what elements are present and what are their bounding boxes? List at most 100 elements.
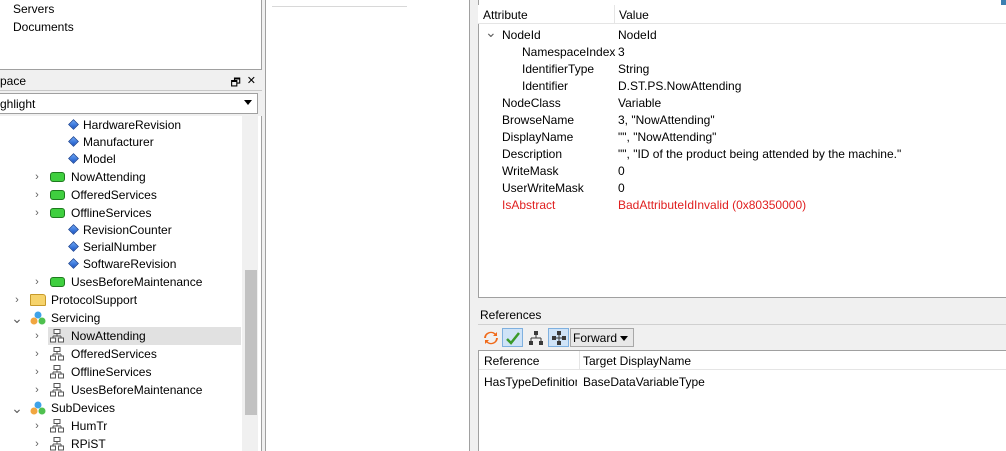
chevron-right-icon[interactable]: › [32,186,42,204]
references-title: References [480,308,542,322]
tree-item[interactable]: › OfflineServices [0,204,242,222]
property-icon [68,119,79,130]
workspace-filter-select[interactable]: ghlight [0,93,258,114]
attribute-value: "", "ID of the product being attended by… [618,147,902,161]
network-icon [551,330,566,345]
attribute-name: DisplayName [502,130,574,144]
column-header-reference[interactable]: Reference [484,354,539,368]
chevron-right-icon[interactable]: › [32,345,42,363]
attribute-row[interactable]: Identifier D.ST.PS.NowAttending [478,77,1006,94]
reference-icon [50,437,64,451]
server-tree-pane: Servers Documents [0,0,262,70]
column-header-target[interactable]: Target DisplayName [583,354,691,368]
chevron-right-icon[interactable]: › [32,363,42,381]
chevron-right-icon[interactable]: › [32,435,42,451]
attribute-row[interactable]: IsAbstract BadAttributeIdInvalid (0x80350… [478,196,1006,213]
chevron-right-icon[interactable]: › [32,168,42,186]
chevron-right-icon[interactable]: › [32,204,42,222]
reference-icon [50,347,64,361]
attribute-row[interactable]: UserWriteMask 0 [478,179,1006,196]
tree-item[interactable]: Manufacturer [0,133,242,151]
chevron-down-icon[interactable]: ⌄ [485,24,497,41]
chevron-right-icon[interactable]: › [32,417,42,435]
tree-item-label: SerialNumber [83,240,157,254]
tree-item-label: Servicing [51,311,101,325]
tree-scrollbar-thumb[interactable] [245,270,257,415]
folder-icon [30,294,46,306]
target-cell: BaseDataVariableType [583,375,705,389]
column-header-attribute[interactable]: Attribute [483,8,528,22]
tree-item[interactable]: › OfferedServices [0,345,242,363]
attribute-row[interactable]: IdentifierType String [478,60,1006,77]
chevron-right-icon[interactable]: › [32,273,42,291]
tree-item-label: HardwareRevision [83,118,182,132]
tree-item[interactable]: › HumTr [0,417,242,435]
attribute-row[interactable]: BrowseName 3, "NowAttending" [478,111,1006,128]
tree-item-label: NowAttending [71,329,146,343]
chevron-down-icon[interactable]: ⌄ [11,309,23,327]
chevron-right-icon[interactable]: › [32,381,42,399]
chevron-down-icon[interactable] [620,336,628,341]
middle-pane-divider [272,0,407,7]
tree-item[interactable]: › UsesBeforeMaintenance [0,381,242,399]
reference-icon [50,365,64,379]
attribute-name: NamespaceIndex [522,45,616,59]
chevron-right-icon[interactable]: › [32,327,42,345]
tree-item[interactable]: RevisionCounter [0,221,242,239]
tree-item-label: RevisionCounter [83,223,172,237]
tree-item-label: UsesBeforeMaintenance [71,275,203,289]
tree-item-label: Documents [13,20,74,34]
attribute-row[interactable]: ⌄ NodeId NodeId [478,24,1006,43]
property-icon [68,224,79,235]
attribute-row[interactable]: Description "", "ID of the product being … [478,145,1006,162]
check-button[interactable] [502,328,523,347]
property-icon [68,241,79,252]
tree-item[interactable]: ⌄ Servicing [0,309,242,327]
column-header-value[interactable]: Value [619,8,649,22]
table-row[interactable]: HasTypeDefinition BaseDataVariableType [479,373,1006,390]
attribute-name: NodeId [502,28,541,42]
chevron-right-icon[interactable]: › [12,291,22,309]
attribute-row[interactable]: WriteMask 0 [478,162,1006,179]
network-button[interactable] [548,328,569,347]
tree-item-documents[interactable]: Documents [0,18,74,36]
reference-direction-select[interactable]: Forward [570,328,634,347]
tree-item-label: NowAttending [71,170,146,184]
attribute-name: BrowseName [502,113,575,127]
column-separator[interactable] [614,5,615,24]
refresh-button[interactable] [480,328,501,347]
tree-item[interactable]: ⌄ SubDevices [0,399,242,417]
chevron-down-icon[interactable]: ⌄ [11,399,23,417]
tree-item[interactable]: › OfferedServices [0,186,242,204]
column-separator[interactable] [579,351,580,370]
object-icon [50,277,65,287]
hierarchy-button[interactable] [525,328,546,347]
tree-item[interactable]: › OfflineServices [0,363,242,381]
references-panel-title: References [478,305,1006,325]
attribute-value: D.ST.PS.NowAttending [618,79,742,93]
workspace-title: pace [0,74,27,88]
chevron-down-icon[interactable] [244,100,252,105]
attribute-row[interactable]: DisplayName "", "NowAttending" [478,128,1006,145]
tree-item[interactable]: Model [0,150,242,168]
tree-item-label: OfferedServices [71,347,157,361]
attribute-row[interactable]: NodeClass Variable [478,94,1006,111]
tree-item[interactable]: › NowAttending [35,327,241,345]
tree-item[interactable]: › ProtocolSupport [0,291,242,309]
checkmark-icon [505,331,520,345]
tree-item[interactable]: › RPiST [0,435,242,451]
tree-item[interactable]: SoftwareRevision [0,255,242,273]
tree-item[interactable]: › UsesBeforeMaintenance [0,273,242,291]
tree-item-servers[interactable]: Servers [0,0,54,18]
close-icon[interactable]: ✕ [247,74,256,93]
float-window-icon[interactable]: 🗗 [230,74,240,93]
tree-item[interactable]: HardwareRevision [0,116,242,134]
attribute-value: 0 [618,181,625,195]
tree-item[interactable]: SerialNumber [0,238,242,256]
attribute-value: BadAttributeIdInvalid (0x80350000) [618,198,807,212]
tree-item-label: Servers [13,2,55,16]
tree-item[interactable]: › NowAttending [0,168,242,186]
attribute-row[interactable]: NamespaceIndex 3 [478,43,1006,60]
property-icon [68,136,79,147]
attributes-header: Attribute Value [478,5,1006,24]
